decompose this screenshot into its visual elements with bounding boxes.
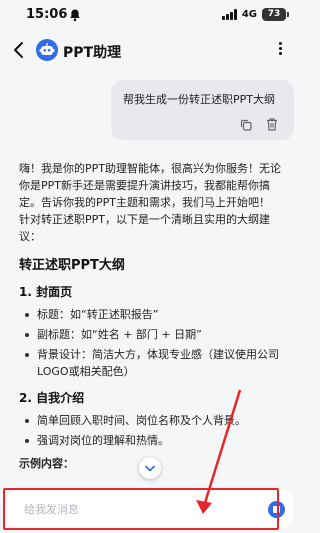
battery-icon: 73 (262, 8, 289, 21)
outline-title: 转正述职PPT大纲 (19, 258, 125, 273)
section-list: 简单回顾入职时间、岗位名称及个人背景。 强调对岗位的理解和热情。 (19, 412, 287, 449)
section-list: 标题：如“转正述职报告” 副标题：如“姓名 + 部门 + 日期” 背景设计：简洁… (19, 306, 287, 380)
back-icon[interactable] (8, 38, 30, 62)
section-title: 1. 封面页 (19, 285, 73, 299)
answer-lead: 针对转正述职PPT，以下是一个清晰且实用的大纲建议： (19, 213, 270, 243)
assistant-message: 嗨！我是你的PPT助理智能体，很高兴为你服务！无论你是PPT新手还是需要提升演讲… (19, 160, 287, 472)
page-title: PPT助理 (63, 45, 122, 61)
signal-icon (221, 9, 237, 20)
answer-intro: 嗨！我是你的PPT助理智能体，很高兴为你服务！无论你是PPT新手还是需要提升演讲… (19, 162, 281, 209)
more-options-button[interactable] (270, 40, 290, 60)
status-time: 15:06 (26, 7, 68, 22)
list-item: 标题：如“转正述职报告” (19, 306, 287, 323)
copy-icon[interactable] (239, 118, 253, 132)
robot-icon (39, 43, 55, 55)
status-bar: 15:06 4G 73 (0, 0, 300, 30)
bell-icon (70, 9, 80, 22)
chevron-down-icon (145, 465, 155, 472)
list-item: 背景设计：简洁大方，体现专业感（建议使用公司LOGO或相关配色） (19, 346, 287, 380)
status-indicators: 4G 73 (221, 8, 289, 21)
trash-icon[interactable] (265, 117, 279, 132)
highlight-box (3, 488, 279, 530)
list-item: 强调对岗位的理解和热情。 (19, 432, 287, 449)
list-item: 简单回顾入职时间、岗位名称及个人背景。 (19, 412, 287, 429)
list-item: 副标题：如“姓名 + 部门 + 日期” (19, 326, 287, 343)
more-dot (278, 42, 282, 45)
more-dot (278, 52, 282, 55)
scroll-down-button[interactable] (139, 457, 161, 479)
chat-header: PPT助理 (0, 30, 300, 70)
more-dot (278, 47, 282, 50)
section-title: 2. 自我介绍 (19, 391, 85, 405)
user-message-text: 帮我生成一份转正述职PPT大纲 (123, 93, 275, 106)
user-message-bubble: 帮我生成一份转正述职PPT大纲 (111, 80, 294, 140)
assistant-avatar[interactable] (36, 39, 58, 61)
network-type: 4G (241, 9, 257, 20)
